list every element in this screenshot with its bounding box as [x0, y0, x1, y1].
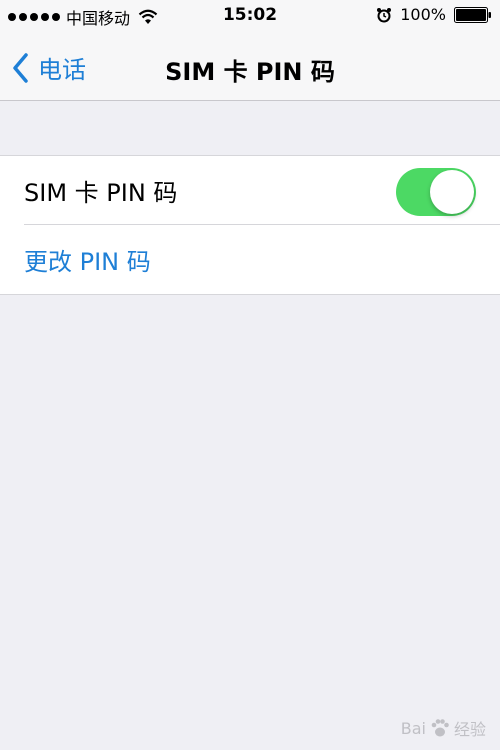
baidu-watermark: Bai 经验	[401, 716, 486, 740]
sim-pin-row: SIM 卡 PIN 码	[0, 156, 500, 225]
status-right: 100%	[376, 5, 492, 24]
status-bar: 中国移动 15:02 100%	[0, 0, 500, 32]
sim-pin-toggle[interactable]	[396, 168, 476, 216]
alarm-icon	[377, 7, 392, 22]
watermark-left: Bai	[400, 718, 426, 738]
sim-pin-label: SIM 卡 PIN 码	[24, 179, 178, 207]
toggle-knob	[430, 170, 474, 214]
battery-percentage: 100%	[400, 5, 446, 24]
change-pin-row[interactable]: 更改 PIN 码	[0, 225, 500, 294]
battery-icon	[454, 6, 491, 23]
watermark-right: 经验	[453, 720, 486, 739]
navigation-bar: 电话 SIM 卡 PIN 码	[0, 32, 500, 101]
sim-pin-settings-group: SIM 卡 PIN 码 更改 PIN 码	[0, 155, 500, 295]
change-pin-link[interactable]: 更改 PIN 码	[24, 242, 151, 277]
page-title: SIM 卡 PIN 码	[165, 58, 335, 86]
paw-icon	[431, 719, 449, 737]
